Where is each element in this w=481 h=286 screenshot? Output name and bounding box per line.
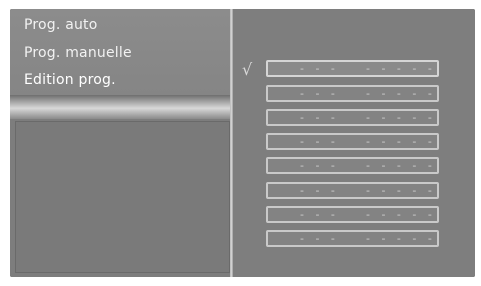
program-slot[interactable]: - - - - - - - - bbox=[266, 60, 439, 77]
program-name: - - - - - bbox=[366, 111, 436, 124]
program-slot[interactable]: - - - - - - - - bbox=[266, 230, 439, 247]
program-number: - - - bbox=[300, 232, 339, 245]
program-name: - - - - - bbox=[366, 232, 436, 245]
menu-panel: Prog. auto Prog. manuelle Edition prog. bbox=[10, 9, 230, 277]
program-name: - - - - - bbox=[366, 184, 436, 197]
program-number: - - - bbox=[300, 208, 339, 221]
program-name: - - - - - bbox=[366, 87, 436, 100]
program-slot[interactable]: - - - - - - - - bbox=[266, 182, 439, 199]
program-number: - - - bbox=[300, 159, 339, 172]
program-name: - - - - - bbox=[366, 135, 436, 148]
program-number: - - - bbox=[300, 135, 339, 148]
program-number: - - - bbox=[300, 184, 339, 197]
program-slot[interactable]: - - - - - - - - bbox=[266, 109, 439, 126]
program-name: - - - - - bbox=[366, 62, 436, 75]
menu-item-prog-auto[interactable]: Prog. auto bbox=[24, 17, 98, 33]
program-slot[interactable]: - - - - - - - - bbox=[266, 157, 439, 174]
selected-check-icon: √ bbox=[242, 60, 253, 79]
program-number: - - - bbox=[300, 111, 339, 124]
program-slot[interactable]: - - - - - - - - bbox=[266, 85, 439, 102]
menu-item-edition-prog[interactable]: Edition prog. bbox=[24, 72, 116, 88]
program-name: - - - - - bbox=[366, 208, 436, 221]
program-name: - - - - - bbox=[366, 159, 436, 172]
menu-item-prog-manuelle[interactable]: Prog. manuelle bbox=[24, 45, 132, 61]
program-number: - - - bbox=[300, 87, 339, 100]
program-list-panel: √ - - - - - - - - - - - - - - - - - - - … bbox=[233, 9, 475, 277]
program-slot[interactable]: - - - - - - - - bbox=[266, 206, 439, 223]
menu-list: Prog. auto Prog. manuelle Edition prog. bbox=[10, 9, 230, 95]
program-slot[interactable]: - - - - - - - - bbox=[266, 133, 439, 150]
menu-highlight-sheen bbox=[10, 95, 230, 119]
program-number: - - - bbox=[300, 62, 339, 75]
menu-info-area bbox=[15, 121, 230, 273]
tv-osd-screen: Prog. auto Prog. manuelle Edition prog. … bbox=[10, 9, 475, 277]
